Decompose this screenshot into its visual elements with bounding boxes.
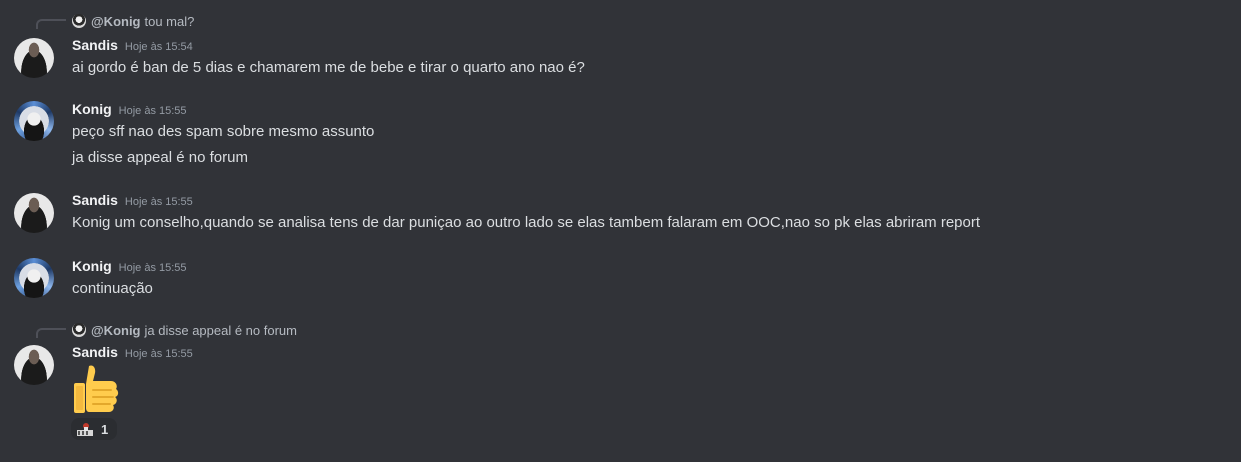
reply-connector: [36, 328, 66, 338]
message-text: ja disse appeal é no forum: [72, 149, 248, 166]
timestamp: Hoje às 15:55: [118, 262, 187, 274]
thumbs-up-icon: [74, 365, 119, 413]
reply-text[interactable]: tou mal?: [145, 14, 195, 29]
konig-avatar[interactable]: [14, 101, 54, 141]
timestamp: Hoje às 15:55: [124, 196, 193, 208]
message-text: ai gordo é ban de 5 dias e chamarem me d…: [72, 59, 585, 76]
username[interactable]: Sandis: [72, 192, 118, 208]
message-text: peço sff nao des spam sobre mesmo assunt…: [72, 123, 375, 140]
reply-text[interactable]: ja disse appeal é no forum: [145, 323, 297, 338]
timestamp: Hoje às 15:55: [124, 348, 193, 360]
reaction-count: 1: [101, 421, 109, 437]
timestamp: Hoje às 15:55: [118, 105, 187, 117]
sandis-avatar[interactable]: [14, 193, 54, 233]
sandis-avatar[interactable]: [14, 345, 54, 385]
reply-author[interactable]: @Konig: [91, 14, 141, 29]
message-header: Sandis Hoje às 15:55: [72, 344, 193, 364]
konig-avatar[interactable]: [14, 258, 54, 298]
sandis-avatar[interactable]: [14, 38, 54, 78]
custom-reaction-icon: [77, 423, 93, 436]
reply-preview[interactable]: @Konig ja disse appeal é no forum: [72, 322, 297, 338]
reply-avatar: [72, 323, 86, 337]
message-header: Konig Hoje às 15:55: [72, 101, 187, 121]
reply-preview[interactable]: @Konig tou mal?: [72, 13, 194, 29]
message-text: continuação: [72, 280, 153, 297]
reply-connector: [36, 19, 66, 29]
username[interactable]: Sandis: [72, 37, 118, 53]
reply-author[interactable]: @Konig: [91, 323, 141, 338]
message-header: Sandis Hoje às 15:54: [72, 37, 193, 57]
timestamp: Hoje às 15:54: [124, 41, 193, 53]
message-header: Konig Hoje às 15:55: [72, 258, 187, 278]
reply-avatar: [72, 14, 86, 28]
username[interactable]: Sandis: [72, 344, 118, 360]
message-text: Konig um conselho,quando se analisa tens…: [72, 214, 981, 231]
username[interactable]: Konig: [72, 101, 112, 117]
message-header: Sandis Hoje às 15:55: [72, 192, 193, 212]
username[interactable]: Konig: [72, 258, 112, 274]
reaction-button[interactable]: 1: [71, 418, 117, 440]
